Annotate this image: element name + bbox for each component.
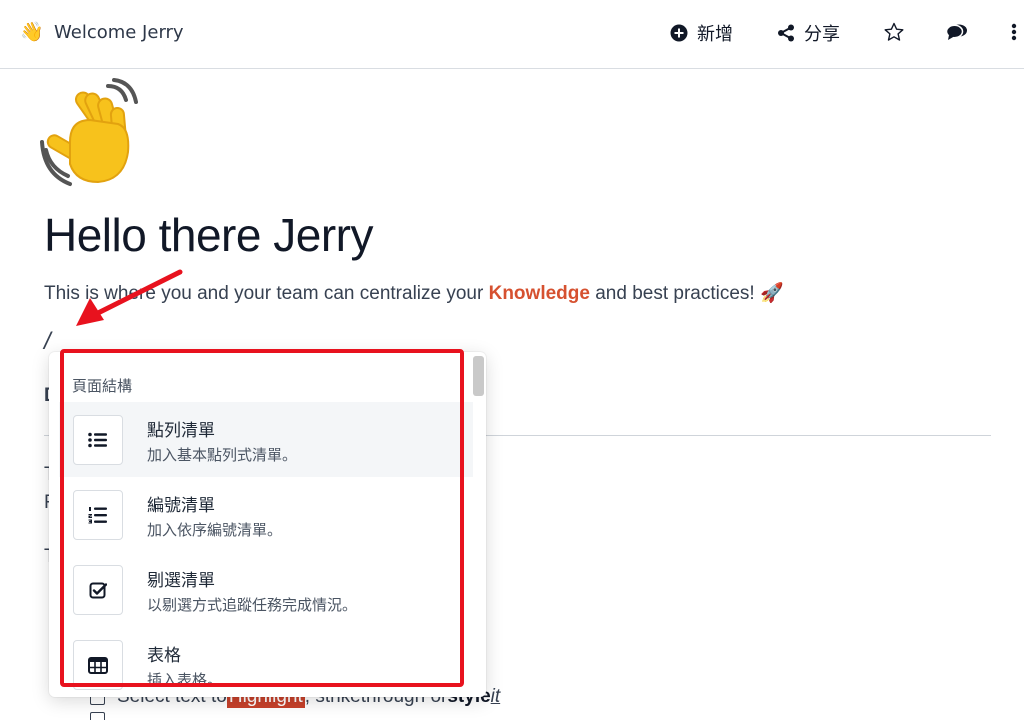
menu-scrollbar[interactable] (473, 356, 484, 396)
plus-circle-icon (670, 24, 688, 42)
top-bar: 👋 Welcome Jerry 新增 分享 (0, 0, 1024, 69)
italic-text: it (490, 686, 501, 707)
checklist-item[interactable] (90, 712, 117, 720)
menu-section-header: 頁面結構 (72, 377, 133, 395)
page-breadcrumb[interactable]: 👋 Welcome Jerry (20, 20, 184, 44)
new-button[interactable]: 新增 (670, 20, 733, 46)
menu-item-bullet-list[interactable]: 點列清單 加入基本點列式清單。 (59, 402, 473, 477)
knowledge-highlight: Knowledge (488, 283, 590, 304)
more-options-icon[interactable] (1010, 22, 1018, 46)
document-heading[interactable]: Hello there Jerry (44, 208, 373, 262)
menu-item-numbered-list[interactable]: 編號清單 加入依序編號清單。 (59, 477, 473, 552)
share-icon (778, 24, 794, 42)
share-button[interactable]: 分享 (777, 20, 840, 46)
comments-icon[interactable] (945, 22, 968, 46)
menu-item-table[interactable]: 表格 插入表格。 (59, 627, 473, 697)
menu-item-title: 剔選清單 (147, 571, 215, 591)
checkbox-icon[interactable] (90, 712, 105, 720)
intro-text-end: and best practices! 🚀 (589, 283, 784, 304)
block-insert-menu: 頁面結構 點列清單 加入基本點列式清單。 編號清單 加入依序編號清單。 剔選清單… (49, 352, 486, 697)
menu-item-description: 插入表格。 (147, 671, 223, 689)
menu-item-description: 加入依序編號清單。 (147, 521, 283, 539)
menu-item-title: 點列清單 (147, 421, 215, 441)
star-icon[interactable] (884, 22, 904, 46)
menu-item-description: 加入基本點列式清單。 (147, 446, 298, 464)
waving-hand-icon: 👋 (20, 21, 44, 43)
slash-command-input[interactable]: / (44, 328, 51, 356)
menu-item-title: 編號清單 (147, 496, 215, 516)
checkbox-icon (73, 565, 123, 615)
menu-item-checklist[interactable]: 剔選清單 以剔選方式追蹤任務完成情況。 (59, 552, 473, 627)
menu-item-title: 表格 (147, 646, 181, 666)
menu-item-description: 以剔選方式追蹤任務完成情況。 (147, 596, 358, 614)
numbered-list-icon (73, 490, 123, 540)
table-icon (73, 640, 123, 690)
waving-hand-emoji[interactable] (40, 72, 160, 192)
annotation-arrow-icon (76, 269, 183, 326)
page-title: Welcome Jerry (54, 21, 184, 43)
new-button-label: 新增 (697, 24, 733, 45)
share-button-label: 分享 (804, 24, 840, 45)
bullet-list-icon (73, 415, 123, 465)
